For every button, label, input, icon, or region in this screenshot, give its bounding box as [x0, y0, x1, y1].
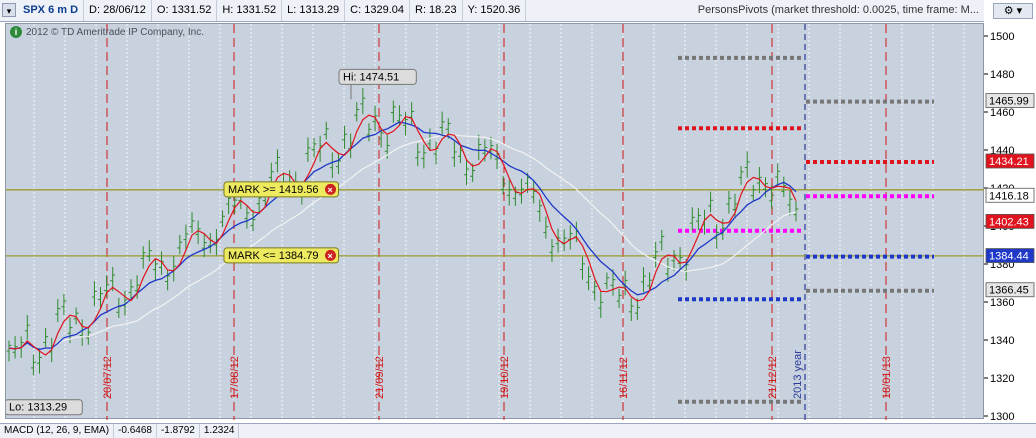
- date-label: 20/07/12: [102, 356, 114, 399]
- price-tick-label: 1340: [990, 335, 1014, 347]
- y-readout: Y: 1520.36: [463, 0, 527, 21]
- mark-high-label-text: MARK >= 1419.56: [228, 184, 319, 196]
- price-tick-label: 1500: [990, 31, 1014, 43]
- price-tick-label: 1460: [990, 107, 1014, 119]
- lo-label-text: Lo: 1313.29: [9, 402, 67, 414]
- open-readout: O: 1331.52: [152, 0, 218, 21]
- close-icon-glyph: ×: [328, 185, 333, 195]
- fast-moving-average-line: [8, 114, 797, 356]
- price-chart-area[interactable]: 20/07/12 17/08/12 21/09/12 19/10/12 16/11/12…: [4, 23, 985, 420]
- close-readout: C: 1329.04: [345, 0, 410, 21]
- chart-header: ▾ SPX 6 m D D: 28/06/12 O: 1331.52 H: 13…: [0, 0, 984, 22]
- gear-icon[interactable]: ⚙ ▾: [993, 3, 1033, 19]
- price-badge-label: 1416.18: [989, 190, 1029, 202]
- copyright-text: 2012 © TD Ameritrade IP Company, Inc.: [26, 26, 205, 38]
- low-readout: L: 1313.29: [282, 0, 346, 21]
- hi-label-text: Hi: 1474.51: [343, 71, 399, 83]
- info-icon[interactable]: i: [10, 26, 22, 38]
- price-badge-label: 1366.45: [989, 285, 1029, 297]
- macd-name[interactable]: MACD (12, 26, 9, EMA): [0, 424, 115, 438]
- date-label: 21/09/12: [374, 356, 386, 399]
- macd-value-2: -1.8792: [157, 424, 200, 438]
- study-label[interactable]: PersonsPivots (market threshold: 0.0025,…: [693, 0, 984, 21]
- date-label: 17/08/12: [229, 356, 241, 399]
- close-icon-glyph: ×: [328, 251, 333, 261]
- price-tick-label: 1360: [990, 297, 1014, 309]
- symbol-label[interactable]: SPX 6 m D: [18, 0, 85, 21]
- date-label: 19/10/12: [499, 356, 511, 399]
- price-tick-label: 1480: [990, 69, 1014, 81]
- price-badge-label: 1465.99: [989, 96, 1029, 108]
- high-readout: H: 1331.52: [217, 0, 283, 21]
- date-readout: D: 28/06/12: [84, 0, 152, 21]
- chart-settings-toggle[interactable]: ▾: [2, 3, 16, 17]
- mark-low-label-text: MARK <= 1384.79: [228, 250, 319, 262]
- price-badge-label: 1402.43: [989, 216, 1029, 228]
- range-readout: R: 18.23: [410, 0, 463, 21]
- macd-value-1: -0.6468: [114, 424, 157, 438]
- date-label: 21/12/12: [767, 356, 779, 399]
- price-axis-svg: 1500148014601440142014001380136013401320…: [984, 0, 1035, 423]
- price-tick-label: 1320: [990, 373, 1014, 385]
- year-label: 2013 year: [792, 350, 804, 399]
- price-tick-label: 1300: [990, 411, 1014, 421]
- price-axis[interactable]: 1500148014601440142014001380136013401320…: [984, 0, 1036, 423]
- macd-value-3: 1.2324: [200, 424, 240, 438]
- price-chart-svg[interactable]: 20/07/12 17/08/12 21/09/12 19/10/12 16/11/12…: [4, 24, 985, 420]
- date-label: 16/11/12: [618, 357, 630, 399]
- copyright-notice: i 2012 © TD Ameritrade IP Company, Inc.: [10, 26, 204, 38]
- price-badge-label: 1434.21: [989, 156, 1029, 168]
- macd-header: MACD (12, 26, 9, EMA) -0.6468 -1.8792 1.…: [0, 423, 1036, 438]
- date-label: 18/01/13: [881, 356, 893, 399]
- price-badge-label: 1384.44: [989, 251, 1029, 263]
